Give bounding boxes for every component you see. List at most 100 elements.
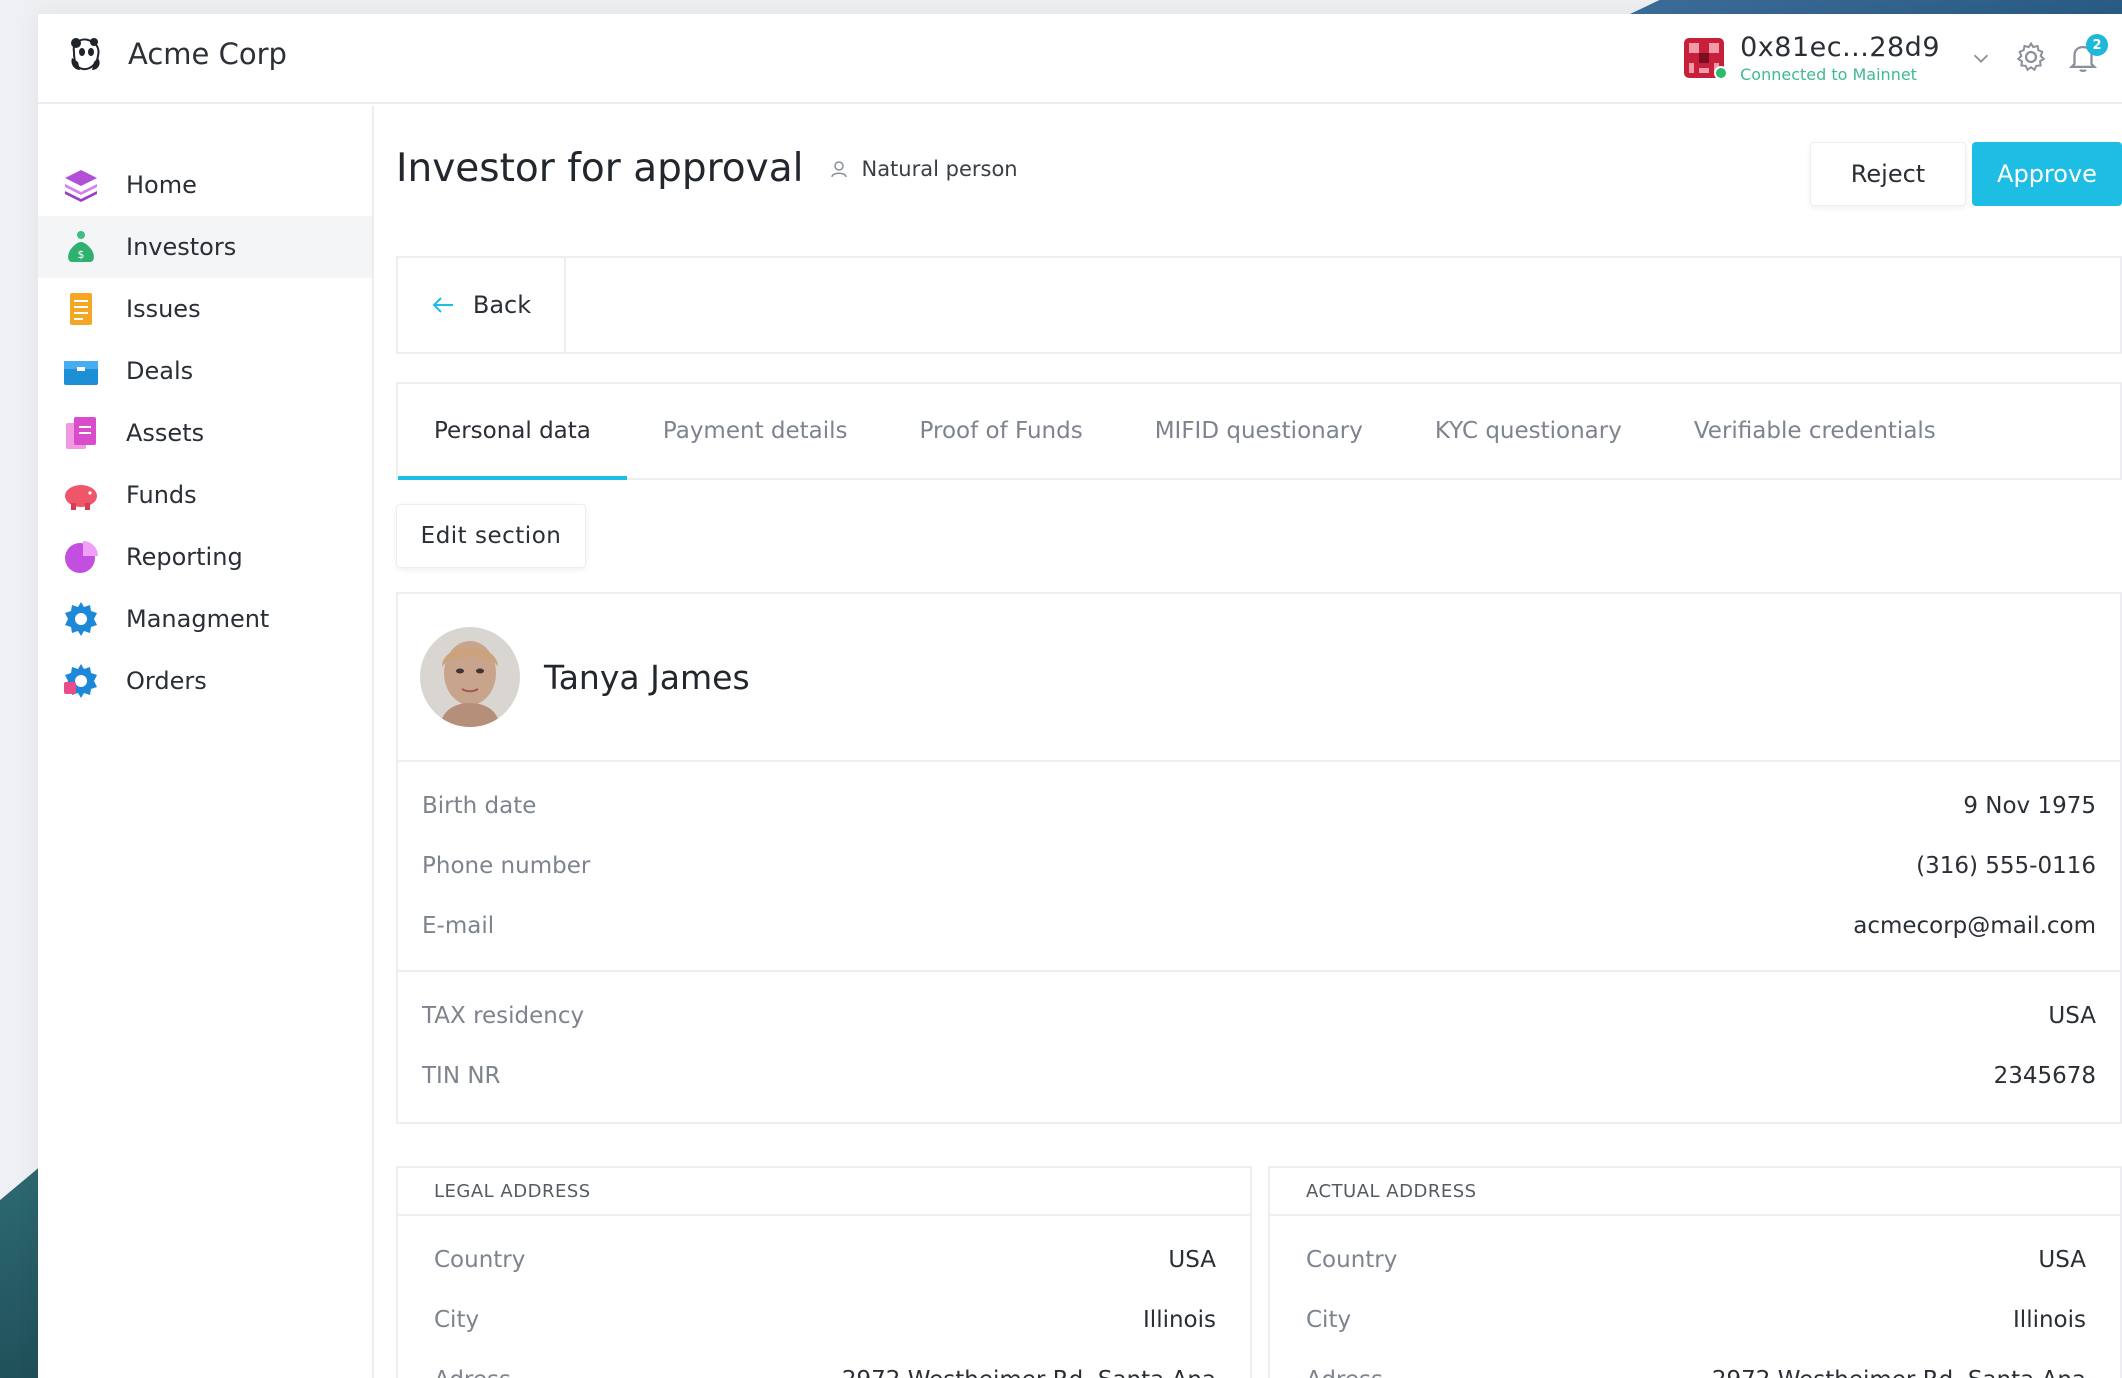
info-label: City xyxy=(1306,1307,1352,1333)
info-value: USA xyxy=(2048,1003,2096,1029)
sidebar-item-investors[interactable]: $ Investors xyxy=(38,216,372,278)
sidebar-item-label: Funds xyxy=(126,481,197,509)
sidebar-item-orders[interactable]: Orders xyxy=(38,650,372,712)
gear-icon[interactable] xyxy=(2014,40,2048,74)
info-label: Adress xyxy=(1306,1367,1383,1378)
avatar-photo xyxy=(420,627,520,727)
info-label: City xyxy=(434,1307,480,1333)
sidebar-item-issues[interactable]: Issues xyxy=(38,278,372,340)
back-bar: Back xyxy=(396,256,2122,354)
files-icon xyxy=(66,417,96,449)
page-title: Investor for approval xyxy=(396,146,804,191)
avatar xyxy=(420,627,520,727)
address-row-street: Adress 2972 Westheimer Rd. Santa Ana xyxy=(434,1350,1216,1378)
sidebar-item-home[interactable]: Home xyxy=(38,154,372,216)
gear-badge-icon xyxy=(64,664,97,698)
info-value: acmecorp@mail.com xyxy=(1853,913,2096,939)
piggy-bank-icon xyxy=(65,485,97,510)
info-value: 2972 Westheimer Rd. Santa Ana xyxy=(842,1367,1216,1378)
info-value: 2972 Westheimer Rd. Santa Ana xyxy=(1712,1367,2086,1378)
panda-logo-icon xyxy=(71,38,100,71)
info-label: TIN NR xyxy=(422,1063,501,1089)
info-label: Country xyxy=(1306,1247,1398,1273)
sidebar-item-label: Orders xyxy=(126,667,207,695)
sidebar-item-label: Issues xyxy=(126,295,201,323)
info-value: USA xyxy=(1168,1247,1216,1273)
info-value: (316) 555-0116 xyxy=(1916,853,2096,879)
svg-text:$: $ xyxy=(78,248,85,261)
info-row-email: E-mail acmecorp@mail.com xyxy=(422,896,2096,956)
person-type-label: Natural person xyxy=(861,156,1018,181)
sidebar-item-label: Home xyxy=(126,171,197,199)
section-heading: ACTUAL ADDRESS xyxy=(1270,1168,2120,1216)
background-shape xyxy=(1630,0,2122,14)
legal-address-card: LEGAL ADDRESS Country USA City Illinois … xyxy=(396,1166,1252,1378)
actual-address-card: ACTUAL ADDRESS Country USA City Illinois… xyxy=(1268,1166,2122,1378)
brand[interactable]: Acme Corp xyxy=(66,34,287,74)
layers-icon xyxy=(65,170,97,202)
sidebar-item-assets[interactable]: Assets xyxy=(38,402,372,464)
sidebar-item-label: Assets xyxy=(126,419,205,447)
app-window: Acme Corp 0x81ec...28d9 Connected to Mai… xyxy=(38,14,2122,1378)
tab-verifiable-credentials[interactable]: Verifiable credentials xyxy=(1658,384,1972,478)
person-type-tag: Natural person xyxy=(829,156,1018,181)
money-bag-icon: $ xyxy=(68,231,94,262)
edit-section-button[interactable]: Edit section xyxy=(396,504,586,568)
info-label: E-mail xyxy=(422,913,495,939)
tab-mifid-questionary[interactable]: MIFID questionary xyxy=(1119,384,1399,478)
tab-kyc-questionary[interactable]: KYC questionary xyxy=(1399,384,1658,478)
address-row-country: Country USA xyxy=(1306,1230,2086,1290)
info-label: Country xyxy=(434,1247,526,1273)
wallet-avatar xyxy=(1684,38,1729,80)
info-value: Illinois xyxy=(1143,1307,1216,1333)
tab-bar: Personal data Payment details Proof of F… xyxy=(396,382,2122,480)
info-value: USA xyxy=(2038,1247,2086,1273)
info-label: Birth date xyxy=(422,793,537,819)
address-row-city: City Illinois xyxy=(1306,1290,2086,1350)
address-row-street: Adress 2972 Westheimer Rd. Santa Ana xyxy=(1306,1350,2086,1378)
wallet-selector[interactable]: 0x81ec...28d9 Connected to Mainnet xyxy=(1684,32,1992,84)
info-label: Adress xyxy=(434,1367,511,1378)
sidebar-item-label: Reporting xyxy=(126,543,243,571)
back-button[interactable]: Back xyxy=(398,258,566,352)
notification-badge: 2 xyxy=(2086,34,2108,56)
profile-header: Tanya James xyxy=(398,594,2120,762)
tab-payment-details[interactable]: Payment details xyxy=(627,384,884,478)
address-row-city: City Illinois xyxy=(434,1290,1216,1350)
tab-personal-data[interactable]: Personal data xyxy=(398,384,627,480)
back-label: Back xyxy=(472,291,532,319)
info-value: Illinois xyxy=(2013,1307,2086,1333)
sidebar-item-label: Investors xyxy=(126,233,237,261)
info-label: TAX residency xyxy=(422,1003,585,1029)
info-row-birth-date: Birth date 9 Nov 1975 xyxy=(422,776,2096,836)
app-name: Acme Corp xyxy=(128,37,287,71)
info-value: 9 Nov 1975 xyxy=(1963,793,2096,819)
info-row-phone: Phone number (316) 555-0116 xyxy=(422,836,2096,896)
arrow-left-icon xyxy=(432,297,453,313)
wallet-status: Connected to Mainnet xyxy=(1740,65,1917,84)
sidebar-item-label: Managment xyxy=(126,605,270,633)
sidebar-item-funds[interactable]: Funds xyxy=(38,464,372,526)
profile-card: Tanya James Birth date 9 Nov 1975 Phone … xyxy=(396,592,2122,1124)
sidebar-item-label: Deals xyxy=(126,357,194,385)
info-value: 2345678 xyxy=(1993,1063,2096,1089)
info-row-tax-residency: TAX residency USA xyxy=(422,986,2096,1046)
gear-icon xyxy=(65,602,97,636)
section-heading: LEGAL ADDRESS xyxy=(398,1168,1250,1216)
sidebar-item-reporting[interactable]: Reporting xyxy=(38,526,372,588)
sidebar-item-deals[interactable]: Deals xyxy=(38,340,372,402)
address-row-country: Country USA xyxy=(434,1230,1216,1290)
approve-button[interactable]: Approve xyxy=(1972,142,2122,206)
sidebar: Home $ Investors Issues Deals Assets Fun… xyxy=(38,106,374,1378)
reject-button[interactable]: Reject xyxy=(1810,142,1966,206)
info-row-tin: TIN NR 2345678 xyxy=(422,1046,2096,1106)
tax-info-group: TAX residency USA TIN NR 2345678 xyxy=(398,972,2120,1120)
pie-chart-icon xyxy=(65,541,98,573)
top-bar: Acme Corp 0x81ec...28d9 Connected to Mai… xyxy=(38,14,2122,104)
document-icon xyxy=(70,293,92,325)
wallet-address: 0x81ec...28d9 xyxy=(1740,32,1940,63)
wallet-info: 0x81ec...28d9 Connected to Mainnet xyxy=(1740,32,1940,84)
chevron-down-icon[interactable] xyxy=(1970,47,1992,69)
sidebar-item-managment[interactable]: Managment xyxy=(38,588,372,650)
tab-proof-of-funds[interactable]: Proof of Funds xyxy=(884,384,1119,478)
